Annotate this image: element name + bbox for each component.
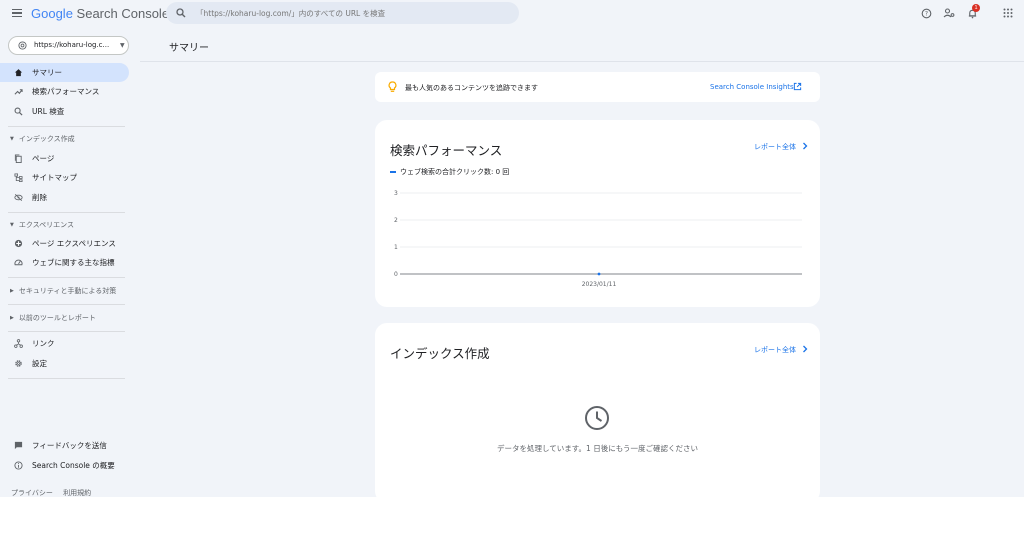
sidebar-item-feedback[interactable]: フィードバックを送信 [0, 436, 129, 455]
page-title: サマリー [169, 43, 209, 54]
sidebar-item-label: 削除 [32, 193, 47, 202]
sidebar-item-summary[interactable]: サマリー [0, 63, 129, 82]
y-tick-label: 1 [394, 244, 398, 251]
chevron-down-icon: ▼ [120, 42, 125, 49]
privacy-link[interactable]: プライバシー [11, 489, 53, 497]
sidebar-divider [8, 378, 125, 379]
lightbulb-icon [388, 81, 397, 92]
top-bar: Google Search Console ? 1 [0, 0, 1024, 28]
open-in-new-icon[interactable] [793, 82, 802, 91]
help-icon[interactable]: ? [920, 7, 932, 19]
removals-icon [14, 193, 23, 202]
sidebar-item-label: ページ [32, 154, 55, 163]
terms-link[interactable]: 利用規約 [63, 489, 91, 497]
feedback-icon [14, 441, 23, 450]
sidebar-divider [8, 212, 125, 213]
logo-product: Search Console [76, 6, 170, 21]
sidebar-item-sitemaps[interactable]: サイトマップ [0, 168, 129, 187]
y-tick-label: 2 [394, 217, 398, 224]
sidebar-item-label: URL 検査 [32, 107, 65, 116]
search-icon[interactable] [176, 8, 186, 18]
clock-icon [585, 406, 609, 430]
indexing-report-link[interactable]: レポート全体 [754, 345, 796, 355]
sidebar-item-removals[interactable]: 削除 [0, 188, 129, 207]
insights-text: 最も人気のあるコンテンツを追跡できます [405, 84, 538, 92]
home-icon [14, 68, 23, 77]
sidebar-section-experience[interactable]: ▼ エクスペリエンス [0, 217, 129, 233]
notification-badge: 1 [972, 4, 980, 12]
insights-link[interactable]: Search Console Insights [710, 83, 794, 91]
insights-banner: 最も人気のあるコンテンツを追跡できます Search Console Insig… [375, 72, 820, 102]
sidebar-item-label: ウェブに関する主な指標 [32, 258, 115, 267]
svg-text:?: ? [924, 10, 927, 17]
pages-icon [14, 154, 23, 163]
sidebar-section-indexing[interactable]: ▼ インデックス作成 [0, 131, 129, 147]
section-label: 以前のツールとレポート [18, 314, 96, 322]
property-selector[interactable]: https://koharu-log.c... ▼ [8, 36, 129, 55]
sidebar-item-label: ページ エクスペリエンス [32, 239, 116, 248]
performance-chart: 0 1 2 3 2023/01/11 [394, 190, 802, 288]
sidebar-item-label: フィードバックを送信 [32, 441, 107, 450]
menu-icon[interactable] [12, 9, 22, 18]
sitemap-icon [14, 173, 23, 182]
y-tick-label: 0 [394, 271, 398, 278]
sidebar-item-pages[interactable]: ページ [0, 149, 129, 168]
sidebar-item-label: リンク [32, 339, 55, 348]
sidebar-divider [8, 331, 125, 332]
settings-gear-icon [14, 359, 23, 368]
sidebar-item-label: Search Console の概要 [32, 461, 115, 470]
sidebar-item-core-web-vitals[interactable]: ウェブに関する主な指標 [0, 253, 129, 272]
section-label: エクスペリエンス [18, 221, 75, 229]
search-input[interactable] [196, 5, 506, 21]
caret-down-icon: ▼ [10, 136, 14, 142]
sidebar-item-url-inspection[interactable]: URL 検査 [0, 102, 129, 121]
app-logo[interactable]: Google Search Console [31, 6, 169, 21]
caret-right-icon: ▶ [10, 288, 14, 294]
search-console-app: Google Search Console ? 1 [0, 0, 1024, 497]
links-icon [14, 339, 23, 348]
indexing-card: インデックス作成 レポート全体 データを処理しています。1 日後にもう一度ご確認… [375, 323, 820, 497]
sidebar-divider [8, 126, 125, 127]
caret-down-icon: ▼ [10, 222, 14, 228]
sidebar: https://koharu-log.c... ▼ サマリー 検索パフォーマンス… [0, 28, 140, 497]
sidebar-divider [8, 277, 125, 278]
y-tick-label: 3 [394, 190, 398, 197]
trending-up-icon [14, 87, 23, 96]
apps-grid-icon[interactable] [1002, 7, 1014, 19]
sidebar-section-security[interactable]: ▶ セキュリティと手動による対策 [0, 283, 129, 299]
sidebar-item-about[interactable]: Search Console の概要 [0, 456, 129, 475]
sidebar-item-links[interactable]: リンク [0, 334, 129, 353]
header-divider [140, 61, 1024, 62]
indexing-title: インデックス作成 [390, 346, 490, 361]
sidebar-footer-links: プライバシー 利用規約 [11, 488, 91, 497]
sidebar-item-settings[interactable]: 設定 [0, 354, 129, 373]
sidebar-item-page-experience[interactable]: ページ エクスペリエンス [0, 234, 129, 253]
url-inspect-search[interactable] [166, 2, 519, 24]
globe-icon [18, 41, 27, 50]
sidebar-item-label: 検索パフォーマンス [32, 87, 100, 96]
sidebar-divider [8, 304, 125, 305]
data-point [597, 272, 601, 276]
processing-message: データを処理しています。1 日後にもう一度ご確認ください [497, 444, 698, 453]
sidebar-item-label: サイトマップ [32, 173, 77, 182]
property-url: https://koharu-log.c... [34, 41, 110, 49]
performance-card: 検索パフォーマンス レポート全体 ウェブ検索の合計クリック数: 0 回 0123… [375, 120, 820, 307]
sidebar-section-legacy[interactable]: ▶ 以前のツールとレポート [0, 310, 129, 326]
sidebar-item-performance[interactable]: 検索パフォーマンス [0, 82, 129, 101]
search-icon [14, 107, 23, 116]
section-label: インデックス作成 [18, 135, 75, 143]
logo-google: Google [31, 6, 73, 21]
info-icon [14, 461, 23, 470]
sidebar-item-label: 設定 [32, 359, 47, 368]
section-label: セキュリティと手動による対策 [18, 287, 117, 295]
chevron-right-icon[interactable] [802, 345, 808, 353]
account-settings-icon[interactable] [943, 7, 955, 19]
sidebar-item-label: サマリー [32, 68, 62, 77]
page-experience-icon [14, 239, 23, 248]
x-tick-label: 2023/01/11 [582, 281, 617, 288]
speed-gauge-icon [14, 258, 23, 267]
caret-right-icon: ▶ [10, 315, 14, 321]
